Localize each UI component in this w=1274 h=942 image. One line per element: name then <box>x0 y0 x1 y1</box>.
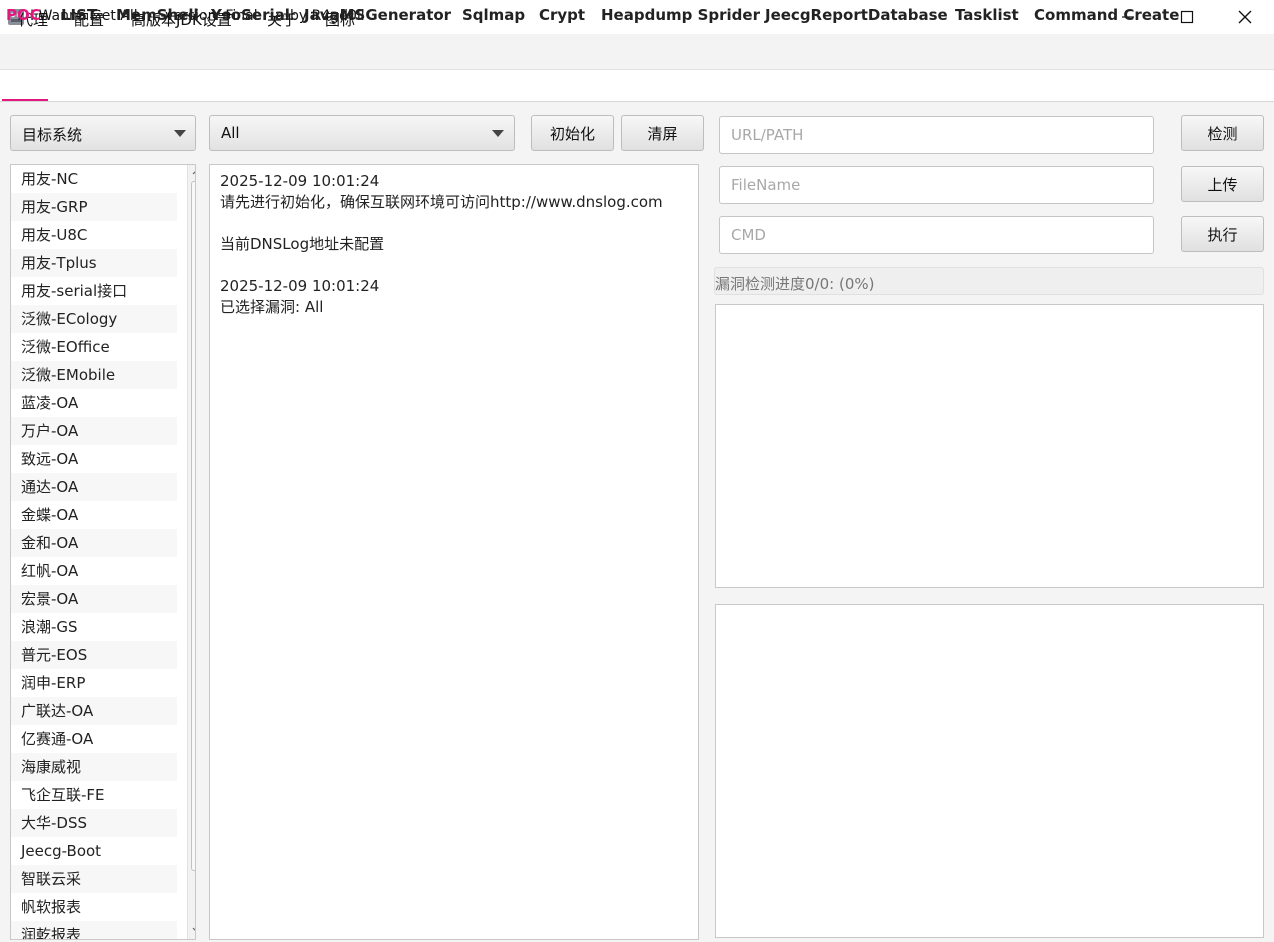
list-item[interactable]: 泛微-EMobile <box>11 361 177 389</box>
list-item[interactable]: 用友-serial接口 <box>11 277 177 305</box>
tab-command-create[interactable]: Command Create <box>1034 6 1179 24</box>
list-item[interactable]: 宏景-OA <box>11 585 177 613</box>
target-system-select[interactable]: 目标系统 <box>10 115 196 151</box>
url-input[interactable] <box>719 116 1154 154</box>
detect-button[interactable]: 检测 <box>1181 115 1264 151</box>
close-button[interactable] <box>1216 0 1274 34</box>
list-item[interactable]: 海康威视 <box>11 753 177 781</box>
log-line: 2025-12-09 10:01:24 <box>220 172 380 190</box>
list-item[interactable]: 大华-DSS <box>11 809 177 837</box>
list-item[interactable]: 红帆-OA <box>11 557 177 585</box>
scroll-thumb[interactable] <box>191 181 195 871</box>
upload-button[interactable]: 上传 <box>1181 166 1264 202</box>
list-item[interactable]: 用友-U8C <box>11 221 177 249</box>
active-tab-indicator <box>2 99 48 101</box>
maximize-icon <box>1180 10 1194 24</box>
list-item[interactable]: 广联达-OA <box>11 697 177 725</box>
tab-jeecgreportdatabase[interactable]: JeecgReportDatabase <box>765 6 948 24</box>
list-item[interactable]: 金蝶-OA <box>11 501 177 529</box>
list-item[interactable]: 用友-GRP <box>11 193 177 221</box>
execute-button[interactable]: 执行 <box>1181 216 1264 252</box>
log-output[interactable]: 2025-12-09 10:01:24 请先进行初始化，确保互联网环境可访问htt… <box>209 164 699 940</box>
target-system-value: 目标系统 <box>22 126 83 144</box>
list-item[interactable]: 泛微-EOffice <box>11 333 177 361</box>
list-item[interactable]: 万户-OA <box>11 417 177 445</box>
scroll-down-icon[interactable] <box>191 925 196 935</box>
log-line: 已选择漏洞: All <box>220 298 324 316</box>
list-item[interactable]: 用友-Tplus <box>11 249 177 277</box>
list-item[interactable]: Jeecg-Boot <box>11 837 177 865</box>
list-item[interactable]: 普元-EOS <box>11 641 177 669</box>
tab-heapdump-sprider[interactable]: Heapdump Sprider <box>601 6 760 24</box>
list-item[interactable]: 蓝凌-OA <box>11 389 177 417</box>
tab-crypt[interactable]: Crypt <box>539 6 585 24</box>
clear-screen-button[interactable]: 清屏 <box>621 115 704 151</box>
cmd-input[interactable] <box>719 216 1154 254</box>
tab-list[interactable]: LIST <box>61 6 97 24</box>
tab-memshell[interactable]: MemShell <box>116 6 199 24</box>
list-item[interactable]: 飞企互联-FE <box>11 781 177 809</box>
tab-poc[interactable]: POC <box>6 6 41 24</box>
target-system-list[interactable]: 用友-NC 用友-GRP 用友-U8C 用友-Tplus 用友-serial接口 泛微-E… <box>10 164 196 940</box>
vulnerability-value: All <box>221 124 240 142</box>
list-item[interactable]: 智联云采 <box>11 865 177 893</box>
log-line: 当前DNSLog地址未配置 <box>220 235 385 253</box>
tab-sqlmap[interactable]: Sqlmap <box>462 6 525 24</box>
list-scrollbar[interactable] <box>187 165 196 939</box>
log-line: 2025-12-09 10:01:24 <box>220 277 380 295</box>
filename-input[interactable] <box>719 166 1154 204</box>
list-item[interactable]: 致远-OA <box>11 445 177 473</box>
list-item[interactable]: 通达-OA <box>11 473 177 501</box>
tab-bar <box>0 70 1274 102</box>
init-button[interactable]: 初始化 <box>531 115 614 151</box>
tab-tasklist[interactable]: Tasklist <box>955 6 1019 24</box>
list-item[interactable]: 润申-ERP <box>11 669 177 697</box>
progress-label: 漏洞检测进度0/0: (0%) <box>715 275 875 293</box>
list-item[interactable]: 金和-OA <box>11 529 177 557</box>
tab-ysoserial[interactable]: YsoSerial <box>211 6 290 24</box>
close-icon <box>1238 10 1252 24</box>
list-item[interactable]: 用友-NC <box>11 165 177 193</box>
tab-javamsgenerator[interactable]: JavaMSGenerator <box>304 6 451 24</box>
list-item[interactable]: 泛微-ECology <box>11 305 177 333</box>
chevron-down-icon <box>492 130 504 137</box>
list-item[interactable]: 亿赛通-OA <box>11 725 177 753</box>
result-output-area[interactable] <box>715 304 1264 588</box>
list-item[interactable]: 浪潮-GS <box>11 613 177 641</box>
detection-progress-bar: 漏洞检测进度0/0: (0%) <box>714 267 1264 295</box>
list-item[interactable]: 润乾报表 <box>11 921 177 939</box>
vulnerability-select[interactable]: All <box>209 115 515 151</box>
log-line: 请先进行初始化，确保互联网环境可访问http://www.dnslog.com <box>220 193 663 211</box>
menu-bar <box>0 34 1274 70</box>
chevron-down-icon <box>174 130 186 137</box>
list-item[interactable]: 帆软报表 <box>11 893 177 921</box>
scroll-up-icon[interactable] <box>191 167 196 177</box>
command-output-area[interactable] <box>715 604 1264 938</box>
